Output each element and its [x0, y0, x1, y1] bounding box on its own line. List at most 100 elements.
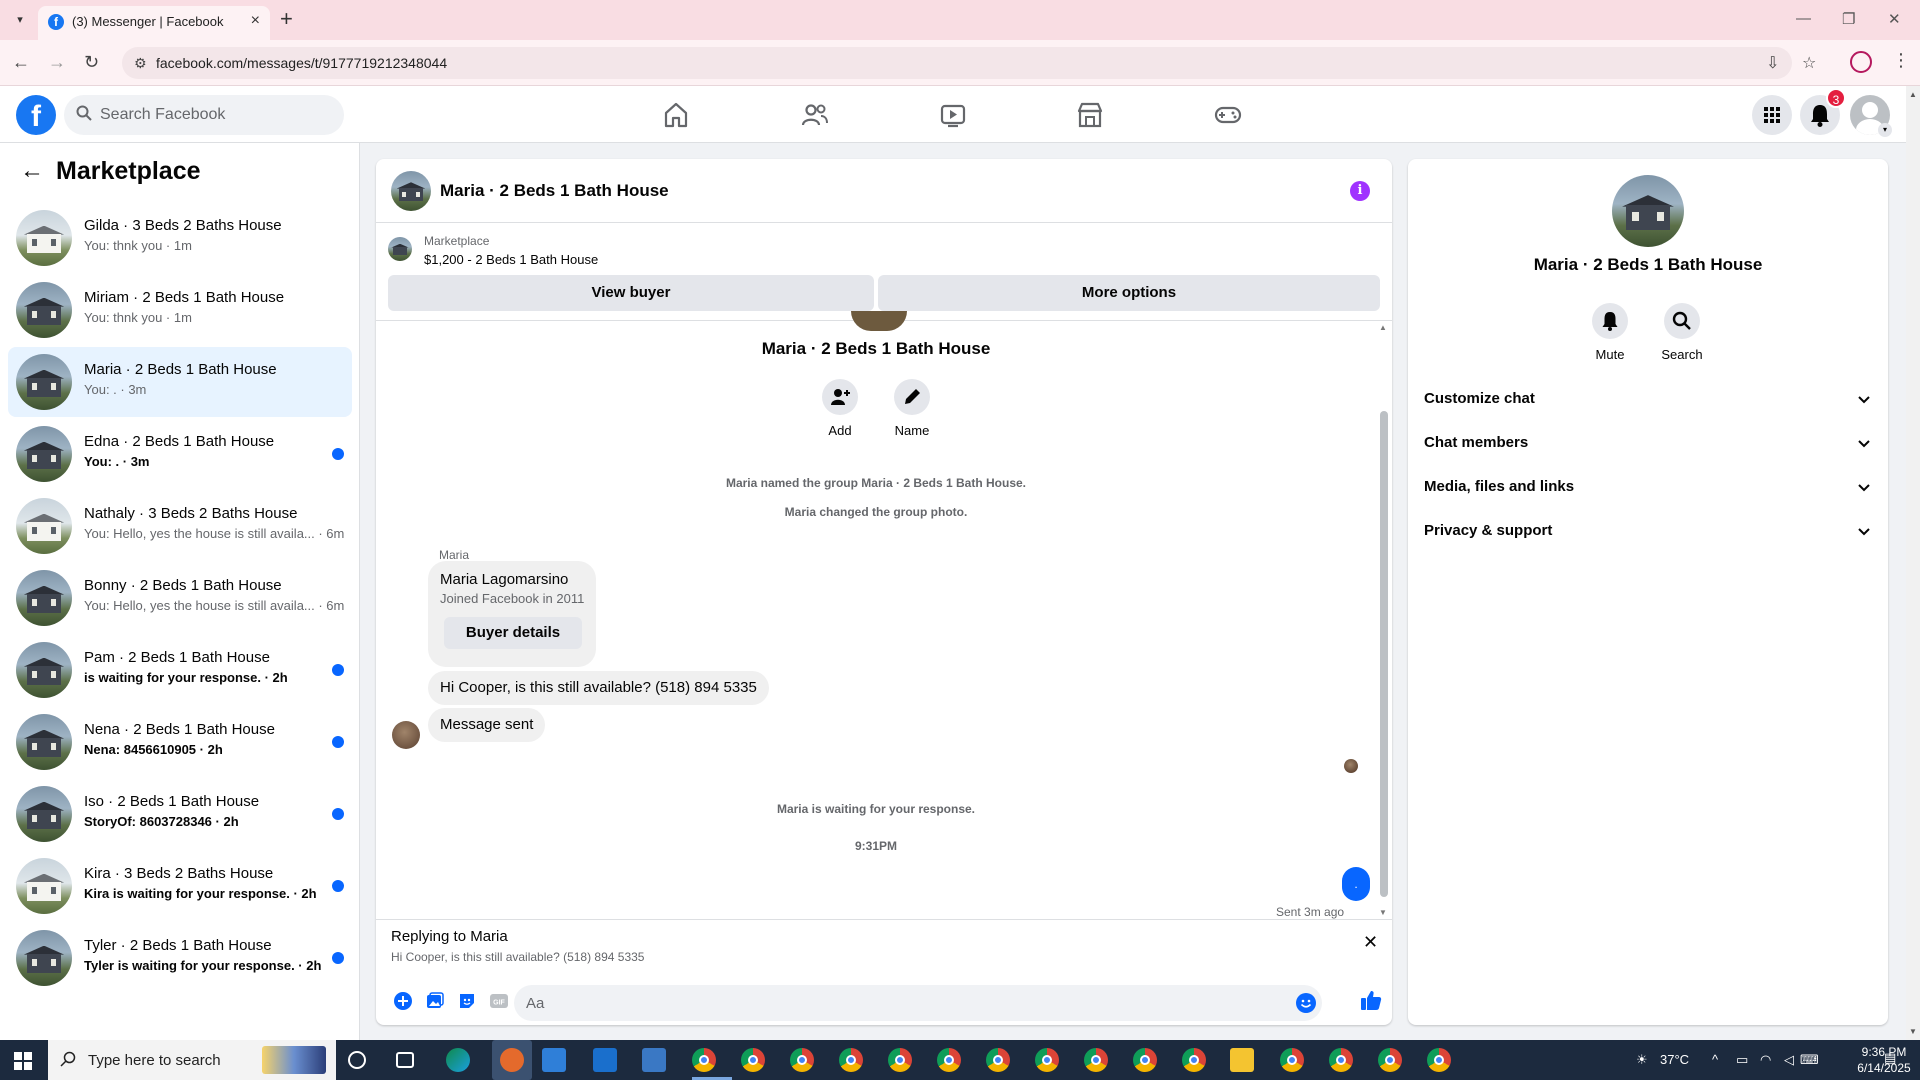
- scroll-thumb[interactable]: [1380, 411, 1388, 897]
- cortana-icon[interactable]: [348, 1051, 366, 1069]
- message-bubble[interactable]: Hi Cooper, is this still available? (518…: [428, 671, 769, 705]
- listing-title[interactable]: $1,200 - 2 Beds 1 Bath House: [424, 252, 598, 267]
- chat-members-section[interactable]: Chat members: [1424, 422, 1872, 466]
- chrome-icon[interactable]: [1182, 1048, 1206, 1072]
- media-files-links-section[interactable]: Media, files and links: [1424, 466, 1872, 510]
- facebook-search[interactable]: [64, 95, 344, 135]
- conversation-item[interactable]: Nena · 2 Beds 1 Bath House Nena: 84566109…: [8, 707, 352, 777]
- chat-avatar[interactable]: [391, 171, 431, 211]
- listing-thumbnail[interactable]: [388, 237, 412, 261]
- chrome-icon[interactable]: [1035, 1048, 1059, 1072]
- conversation-item[interactable]: Edna · 2 Beds 1 Bath House You: . · 3m: [8, 419, 352, 489]
- back-arrow-icon[interactable]: ←: [20, 157, 44, 185]
- conversation-item[interactable]: Maria · 2 Beds 1 Bath House You: . · 3m: [8, 347, 352, 417]
- gif-icon[interactable]: GIF: [489, 991, 509, 1011]
- message-input-container[interactable]: [514, 985, 1322, 1021]
- close-window-icon[interactable]: ✕: [1888, 10, 1901, 28]
- plus-circle-icon[interactable]: [393, 991, 413, 1011]
- chrome-icon[interactable]: [1084, 1048, 1108, 1072]
- chrome-icon[interactable]: [790, 1048, 814, 1072]
- taskbar-search[interactable]: Type here to search: [48, 1040, 336, 1080]
- chrome-icon[interactable]: [839, 1048, 863, 1072]
- chrome-icon[interactable]: [741, 1048, 765, 1072]
- temperature-text[interactable]: 37°C: [1660, 1052, 1689, 1067]
- view-buyer-button[interactable]: View buyer: [388, 275, 874, 311]
- conversation-item[interactable]: Kira · 3 Beds 2 Baths House Kira is waiti…: [8, 851, 352, 921]
- video-icon[interactable]: [938, 100, 968, 130]
- chrome-icon[interactable]: [1329, 1048, 1353, 1072]
- friends-icon[interactable]: [800, 100, 830, 130]
- scroll-down-icon[interactable]: ▼: [1379, 908, 1387, 917]
- network-icon[interactable]: ◠: [1760, 1052, 1771, 1068]
- privacy-support-section[interactable]: Privacy & support: [1424, 510, 1872, 554]
- edge-icon[interactable]: [446, 1048, 470, 1072]
- chrome-icon[interactable]: [692, 1048, 716, 1072]
- back-icon[interactable]: ←: [12, 52, 30, 73]
- scroll-up-icon[interactable]: ▲: [1909, 90, 1917, 99]
- volume-icon[interactable]: ◁: [1784, 1052, 1794, 1068]
- chrome-icon[interactable]: [1133, 1048, 1157, 1072]
- minimize-icon[interactable]: —: [1796, 10, 1811, 27]
- name-group-button[interactable]: Name: [882, 379, 942, 438]
- mute-button[interactable]: Mute: [1580, 303, 1640, 362]
- search-in-chat-button[interactable]: Search: [1652, 303, 1712, 362]
- mail-icon[interactable]: [593, 1048, 617, 1072]
- gaming-icon[interactable]: [1213, 100, 1243, 130]
- scroll-up-icon[interactable]: ▲: [1379, 323, 1387, 332]
- chat-title[interactable]: Maria · 2 Beds 1 Bath House: [440, 181, 669, 201]
- notification-center-icon[interactable]: ▤: [1884, 1050, 1896, 1066]
- close-reply-icon[interactable]: ✕: [1363, 932, 1378, 953]
- menu-grid-button[interactable]: [1752, 95, 1792, 135]
- photo-icon[interactable]: [425, 991, 445, 1011]
- browser-menu-icon[interactable]: ⋮: [1892, 50, 1910, 71]
- app-icon[interactable]: [500, 1048, 524, 1072]
- file-explorer-icon[interactable]: [1230, 1048, 1254, 1072]
- facebook-logo-icon[interactable]: f: [16, 95, 56, 135]
- sticker-icon[interactable]: [457, 991, 477, 1011]
- account-chevron-icon[interactable]: ▾: [1878, 123, 1892, 137]
- conversation-item[interactable]: Tyler · 2 Beds 1 Bath House Tyler is wait…: [8, 923, 352, 993]
- store-icon[interactable]: [542, 1048, 566, 1072]
- marketplace-icon[interactable]: [1075, 100, 1105, 130]
- forward-icon[interactable]: →: [48, 52, 66, 73]
- tab-close-icon[interactable]: ×: [251, 12, 260, 30]
- url-field[interactable]: ⚙ facebook.com/messages/t/91777192123480…: [122, 47, 1816, 79]
- chrome-icon[interactable]: [1280, 1048, 1304, 1072]
- buyer-details-button[interactable]: Buyer details: [444, 617, 582, 649]
- conversation-item[interactable]: Iso · 2 Beds 1 Bath House StoryOf: 860372…: [8, 779, 352, 849]
- thread-scrollbar[interactable]: ▲ ▼: [1379, 321, 1389, 919]
- conversation-item[interactable]: Pam · 2 Beds 1 Bath House is waiting for …: [8, 635, 352, 705]
- sender-avatar[interactable]: [392, 721, 420, 749]
- restore-icon[interactable]: ❐: [1842, 10, 1855, 28]
- chrome-icon[interactable]: [937, 1048, 961, 1072]
- conversation-item[interactable]: Gilda · 3 Beds 2 Baths House You: thnk yo…: [8, 203, 352, 273]
- page-scrollbar[interactable]: ▲ ▼: [1906, 86, 1920, 1040]
- browser-profile-icon[interactable]: [1850, 51, 1872, 73]
- conversation-item[interactable]: Miriam · 2 Beds 1 Bath House You: thnk yo…: [8, 275, 352, 345]
- language-icon[interactable]: ⌨: [1800, 1052, 1819, 1068]
- message-bubble[interactable]: Message sent: [428, 708, 546, 742]
- new-tab-button[interactable]: +: [280, 6, 293, 32]
- thumbs-up-icon[interactable]: [1359, 988, 1383, 1012]
- info-icon[interactable]: i: [1350, 181, 1370, 201]
- my-message-bubble[interactable]: .: [1342, 867, 1370, 901]
- weather-icon[interactable]: ☀: [1636, 1052, 1648, 1068]
- message-input[interactable]: [526, 985, 1286, 1021]
- url-text[interactable]: facebook.com/messages/t/9177719212348044: [156, 55, 447, 71]
- facebook-search-input[interactable]: [100, 95, 330, 135]
- conversation-item[interactable]: Nathaly · 3 Beds 2 Baths House You: Hello…: [8, 491, 352, 561]
- browser-tab[interactable]: f (3) Messenger | Facebook ×: [38, 6, 270, 40]
- tray-device-icon[interactable]: ▭: [1736, 1052, 1748, 1068]
- chrome-icon[interactable]: [1427, 1048, 1451, 1072]
- scroll-down-icon[interactable]: ▼: [1909, 1027, 1917, 1036]
- install-app-icon[interactable]: ⇩: [1766, 53, 1779, 73]
- more-options-button[interactable]: More options: [878, 275, 1380, 311]
- site-info-icon[interactable]: ⚙: [134, 55, 147, 72]
- emoji-icon[interactable]: [1296, 993, 1316, 1013]
- tray-chevron-icon[interactable]: ^: [1712, 1052, 1718, 1067]
- details-avatar[interactable]: [1612, 175, 1684, 247]
- tab-search-dropdown[interactable]: ▾: [10, 10, 30, 30]
- chrome-icon[interactable]: [986, 1048, 1010, 1072]
- chrome-icon[interactable]: [1378, 1048, 1402, 1072]
- add-people-button[interactable]: Add: [810, 379, 870, 438]
